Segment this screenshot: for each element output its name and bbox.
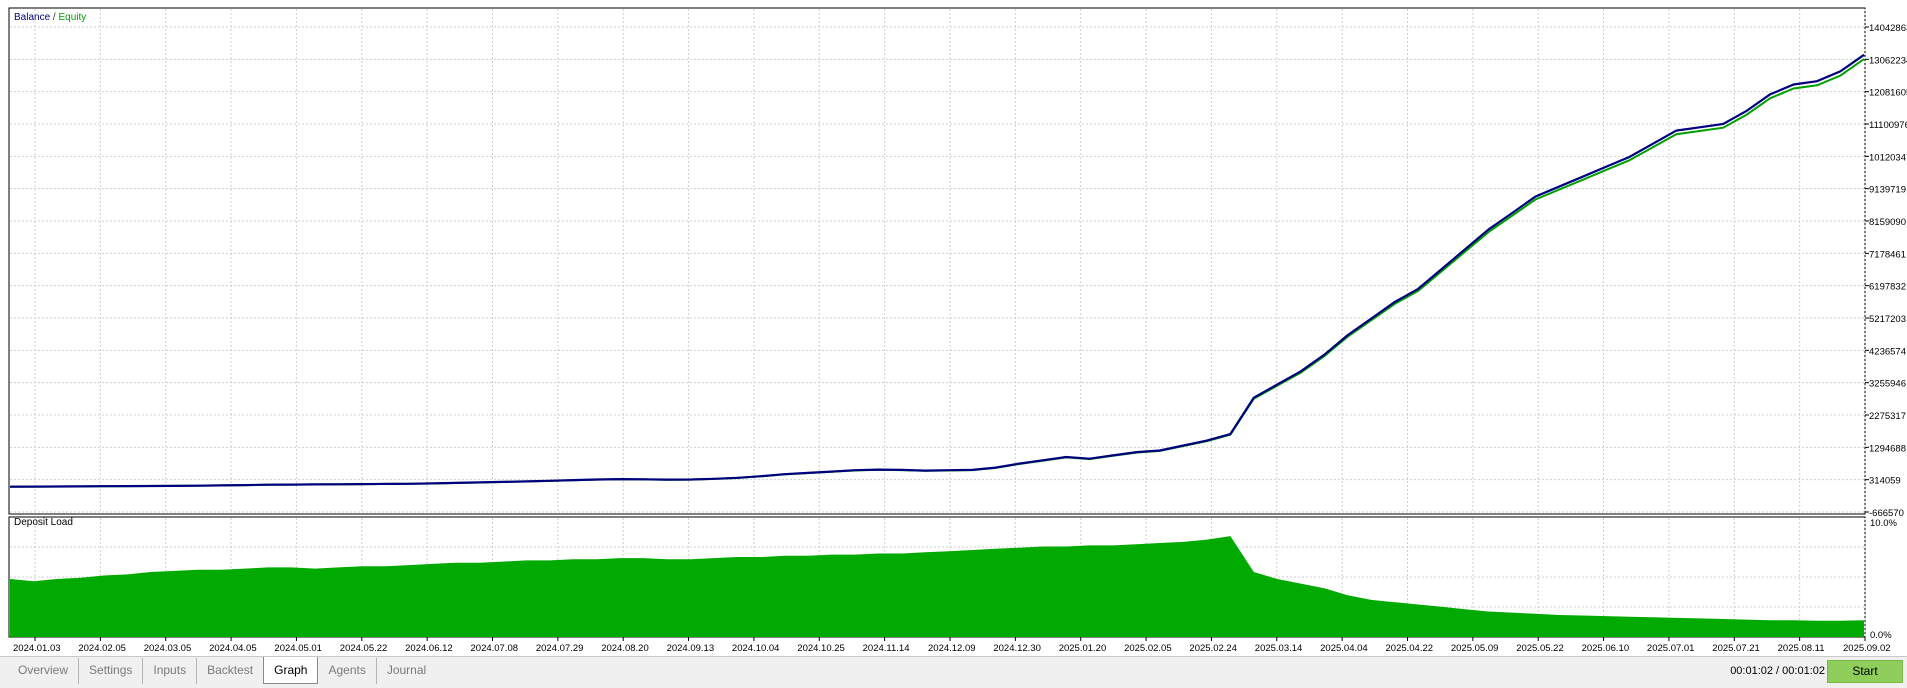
x-tick-label: 2024.11.14 <box>863 643 910 654</box>
x-tick-label: 2024.08.20 <box>601 643 649 654</box>
tab-backtest[interactable]: Backtest <box>197 658 265 684</box>
x-tick-label: 2025.07.01 <box>1647 643 1695 654</box>
y-tick-label: 5217203 <box>1869 314 1906 325</box>
legend-separator: / <box>52 12 56 23</box>
bottom-bar: Overview Settings Inputs Backtest Graph … <box>0 656 1907 688</box>
y-tick-label: 1294688 <box>1869 443 1906 454</box>
x-tick-label: 2024.05.01 <box>274 643 322 654</box>
y-tick-label: 8159090 <box>1869 217 1906 228</box>
tab-settings[interactable]: Settings <box>79 658 144 684</box>
legend-balance: Balance <box>14 12 51 23</box>
x-tick-label: 2025.05.09 <box>1451 643 1499 654</box>
deposit-y-tick-label: 0.0% <box>1870 630 1892 641</box>
legend-equity: Equity <box>58 12 87 23</box>
chart-legend: Balance / Equity <box>14 12 86 23</box>
y-tick-label: 2275317 <box>1869 411 1906 422</box>
y-tick-label: 13062234 <box>1869 55 1907 66</box>
y-tick-label: 11100976 <box>1869 120 1907 131</box>
elapsed-timer: 00:01:02 / 00:01:02 <box>1730 665 1825 677</box>
x-tick-label: 2024.06.12 <box>405 643 453 654</box>
x-tick-label: 2025.03.14 <box>1255 643 1303 654</box>
tester-tabs: Overview Settings Inputs Backtest Graph … <box>8 657 436 684</box>
x-tick-label: 2025.01.20 <box>1059 643 1107 654</box>
y-tick-label: 314059 <box>1869 476 1901 487</box>
start-button[interactable]: Start <box>1827 660 1903 683</box>
y-tick-label: -666570 <box>1869 508 1904 516</box>
x-tick-label: 2025.02.24 <box>1189 643 1237 654</box>
x-tick-label: 2025.02.05 <box>1124 643 1172 654</box>
deposit-y-axis-ticks: 10.0% 0.0% <box>1870 518 1897 641</box>
x-tick-label: 2025.09.02 <box>1843 643 1891 654</box>
x-tick-label: 2024.10.25 <box>797 643 845 654</box>
x-tick-label: 2024.12.30 <box>993 643 1041 654</box>
tab-graph[interactable]: Graph <box>263 657 319 684</box>
x-tick-label: 2025.04.04 <box>1320 643 1368 654</box>
deposit-load-chart: 10.0% 0.0% 2024.01.03 2024.02.05 2024.03.05… <box>8 516 1897 654</box>
deposit-y-tick-label: 10.0% <box>1870 518 1897 529</box>
y-tick-label: 4236574 <box>1869 346 1906 357</box>
y-tick-label: 6197832 <box>1869 282 1906 293</box>
y-tick-label: 14042863 <box>1869 23 1907 34</box>
x-tick-label: 2025.07.21 <box>1712 643 1760 654</box>
x-tick-label: 2025.04.22 <box>1386 643 1434 654</box>
x-tick-label: 2024.07.29 <box>536 643 584 654</box>
tab-overview[interactable]: Overview <box>8 658 80 684</box>
x-tick-label: 2024.04.05 <box>209 643 257 654</box>
y-tick-label: 10120347 <box>1869 152 1907 163</box>
deposit-load-title: Deposit Load <box>14 517 73 528</box>
x-tick-label: 2024.05.22 <box>340 643 388 654</box>
tab-inputs[interactable]: Inputs <box>143 658 198 684</box>
x-tick-label: 2024.02.05 <box>78 643 126 654</box>
x-tick-label: 2025.08.11 <box>1778 643 1825 654</box>
x-tick-label: 2024.03.05 <box>144 643 192 654</box>
balance-equity-chart: 14042863 13062234 12081605 11100976 10120347… <box>8 7 1907 516</box>
x-tick-label: 2025.06.10 <box>1582 643 1630 654</box>
chart-plot-area <box>8 7 1866 515</box>
tab-agents[interactable]: Agents <box>318 658 377 684</box>
y-tick-label: 12081605 <box>1869 88 1907 99</box>
y-tick-label: 7178461 <box>1869 249 1906 260</box>
x-tick-label: 2024.01.03 <box>13 643 61 654</box>
y-tick-label: 3255946 <box>1869 379 1906 390</box>
y-axis-ticks: 14042863 13062234 12081605 11100976 10120347… <box>1865 23 1907 516</box>
x-tick-label: 2025.05.22 <box>1516 643 1564 654</box>
x-tick-label: 2024.10.04 <box>732 643 780 654</box>
y-tick-label: 9139719 <box>1869 185 1906 196</box>
x-tick-label: 2024.12.09 <box>928 643 976 654</box>
x-tick-label: 2024.09.13 <box>667 643 715 654</box>
tab-journal[interactable]: Journal <box>377 658 436 684</box>
x-tick-label: 2024.07.08 <box>471 643 519 654</box>
x-axis-ticks: 2024.01.03 2024.02.05 2024.03.05 2024.04.05… <box>13 637 1891 654</box>
